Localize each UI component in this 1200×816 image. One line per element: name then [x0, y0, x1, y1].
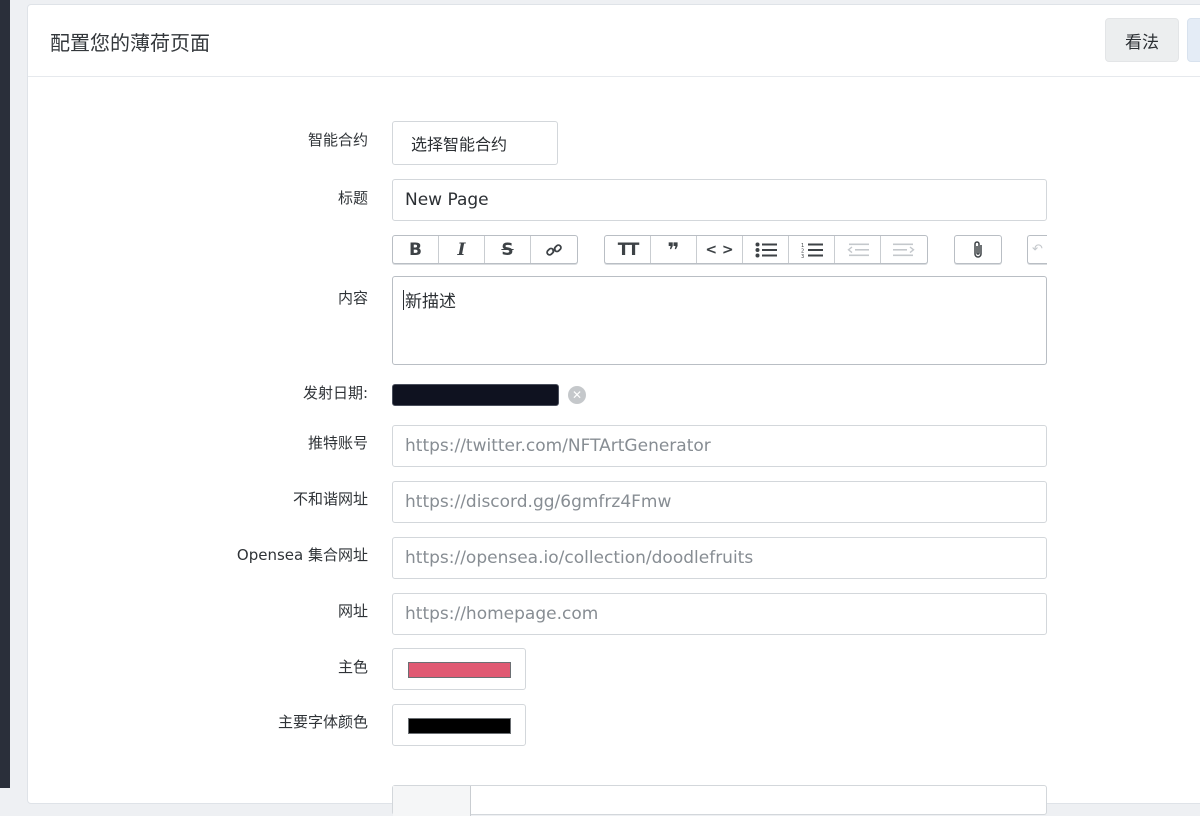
quote-icon[interactable]: ❞ — [651, 236, 697, 263]
svg-text:3: 3 — [801, 254, 804, 258]
attachment-icon[interactable] — [955, 236, 1001, 263]
page-title: 配置您的薄荷页面 — [50, 31, 210, 55]
indent-icon[interactable] — [881, 236, 927, 263]
content-editor[interactable]: 新描述 — [392, 276, 1047, 365]
save-button-partial[interactable] — [1187, 18, 1200, 62]
toolbar-group-format: B I S — [392, 235, 578, 264]
discord-label: 不和谐网址 — [292, 490, 368, 508]
launch-date-label: 发射日期: — [302, 384, 368, 402]
view-button[interactable]: 看法 — [1105, 18, 1179, 62]
strikethrough-icon[interactable]: S — [485, 236, 531, 263]
title-input[interactable] — [392, 179, 1047, 221]
discord-input[interactable] — [392, 481, 1047, 523]
panel-header: 配置您的薄荷页面 看法 — [28, 5, 1200, 77]
link-icon[interactable] — [531, 236, 577, 263]
contract-label: 智能合约 — [307, 131, 368, 149]
content-label: 内容 — [337, 289, 368, 307]
opensea-label: Opensea 集合网址 — [236, 546, 368, 564]
undo-icon[interactable]: ↶ — [1028, 236, 1047, 263]
left-sidebar-rail — [0, 0, 10, 788]
next-field-addon — [393, 786, 471, 816]
twitter-input[interactable] — [392, 425, 1047, 467]
primary-color-swatch — [408, 662, 511, 678]
bold-icon[interactable]: B — [393, 236, 439, 263]
twitter-label: 推特账号 — [307, 434, 368, 452]
opensea-input[interactable] — [392, 537, 1047, 579]
italic-icon[interactable]: I — [439, 236, 485, 263]
toolbar-group-block: TT ❞ < > 123 — [604, 235, 928, 264]
primary-color-label: 主色 — [337, 658, 368, 676]
toolbar-group-attach — [954, 235, 1002, 264]
primary-font-color-swatch — [408, 718, 511, 734]
title-label: 标题 — [337, 189, 368, 207]
select-contract-button[interactable]: 选择智能合约 — [392, 121, 558, 165]
website-label: 网址 — [337, 602, 368, 620]
bullet-list-icon[interactable] — [743, 236, 789, 263]
launch-date-input[interactable] — [392, 384, 559, 406]
content-text: 新描述 — [405, 292, 456, 312]
config-panel: 配置您的薄荷页面 看法 智能合约 选择智能合约 标题 B I S TT ❞ < … — [27, 4, 1200, 816]
clear-icon[interactable]: ✕ — [568, 386, 586, 404]
text-caret — [403, 290, 404, 310]
code-icon[interactable]: < > — [697, 236, 743, 263]
primary-font-color-picker[interactable] — [392, 704, 526, 746]
next-field-partial[interactable] — [392, 785, 1047, 816]
numbered-list-icon[interactable]: 123 — [789, 236, 835, 263]
toolbar-group-history: ↶ — [1027, 235, 1047, 264]
website-input[interactable] — [392, 593, 1047, 635]
primary-font-color-label: 主要字体颜色 — [277, 713, 368, 731]
outdent-icon[interactable] — [835, 236, 881, 263]
primary-color-picker[interactable] — [392, 648, 526, 690]
heading-icon[interactable]: TT — [605, 236, 651, 263]
